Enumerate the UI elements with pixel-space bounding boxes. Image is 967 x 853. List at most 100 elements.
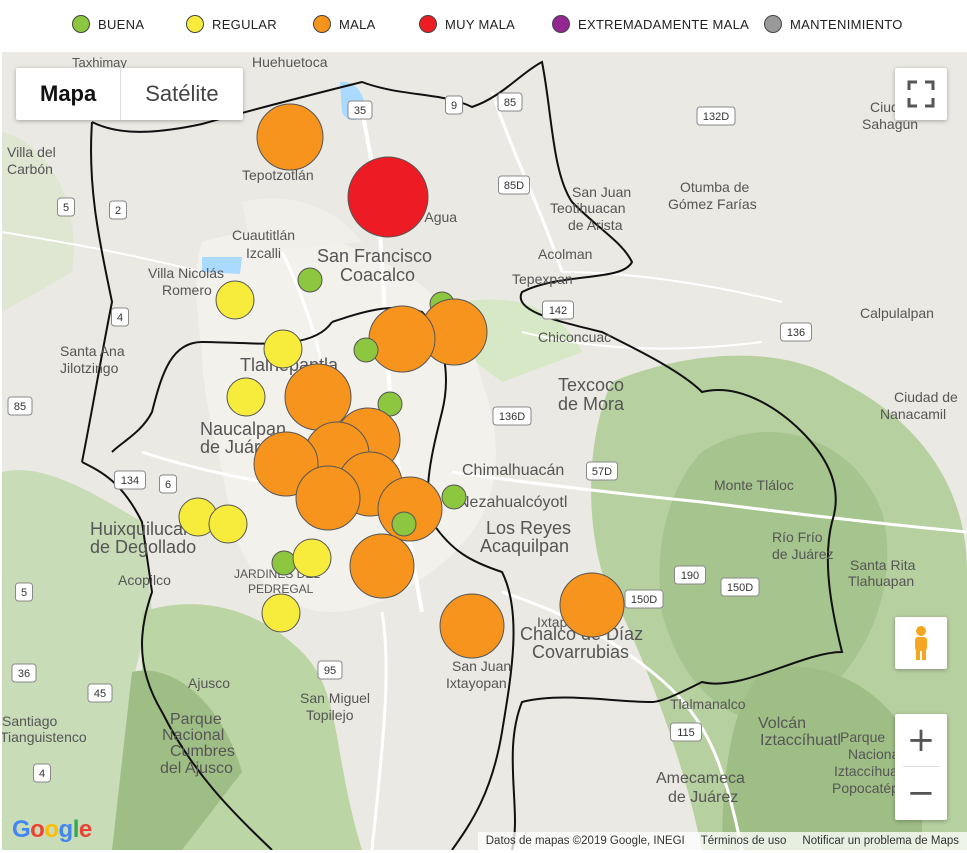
zoom-in-button[interactable]: +	[895, 714, 947, 766]
svg-text:85D: 85D	[504, 180, 524, 192]
svg-text:57D: 57D	[592, 466, 612, 478]
legend-label: EXTREMADAMENTE MALA	[578, 16, 750, 32]
zoom-out-button[interactable]: −	[895, 767, 947, 819]
place-label: Parque	[840, 729, 885, 745]
place-label: Chiconcuac	[538, 329, 611, 345]
place-label: de Degollado	[90, 537, 196, 557]
station-marker-regular[interactable]	[261, 593, 301, 633]
map-canvas[interactable]: 35 9 85 132D 5 2 85D 4 142 136 85 136D 57D 134 6 190 150…	[2, 52, 967, 850]
station-marker-regular[interactable]	[208, 504, 248, 544]
road-shield: 2	[109, 200, 127, 220]
svg-text:134: 134	[121, 475, 139, 487]
place-label: Villa del	[7, 144, 56, 160]
road-shield: 35	[347, 100, 373, 120]
place-label: de Arista	[568, 217, 623, 233]
place-label: Carbón	[7, 161, 53, 177]
place-label: Calpulalpan	[860, 305, 934, 321]
place-label: San Juan	[572, 184, 631, 200]
station-marker-buena[interactable]	[297, 267, 323, 293]
legend-bar: BUENA REGULAR MALA MUY MALA EXTREMADAMENTE M…	[0, 0, 967, 52]
google-logo[interactable]: Google	[12, 816, 92, 844]
station-marker-regular[interactable]	[263, 329, 303, 369]
road-shield: 6	[159, 474, 177, 494]
place-label: Cuautitlán	[232, 227, 295, 243]
road-shield: 57D	[586, 461, 618, 481]
place-label: Huehuetoca	[252, 54, 328, 70]
place-label: Santa Rita	[850, 557, 916, 573]
svg-text:5: 5	[63, 202, 69, 214]
station-marker-buena[interactable]	[441, 484, 467, 510]
svg-text:9: 9	[451, 100, 457, 112]
place-label: Nezahualcóyotl	[458, 494, 567, 511]
road-shield: 150D	[624, 589, 664, 609]
station-marker-buena[interactable]	[271, 550, 297, 576]
station-marker-mala[interactable]	[559, 572, 625, 638]
station-marker-mala[interactable]	[349, 533, 415, 599]
place-label: Nanacamil	[880, 406, 946, 422]
place-label: Santiago	[2, 713, 57, 729]
legend-swatch	[72, 15, 90, 33]
place-label: del Ajusco	[160, 760, 233, 777]
station-marker-mala[interactable]	[439, 593, 505, 659]
road-shield: 136D	[492, 406, 532, 426]
road-shield: 4	[111, 307, 129, 327]
place-label: Ciudad de	[894, 389, 958, 405]
legend-item-regular: REGULAR	[186, 15, 277, 33]
map-type-satellite-button[interactable]: Satélite	[121, 68, 242, 120]
station-marker-buena[interactable]	[391, 511, 417, 537]
place-label: Ixtayopan	[446, 675, 507, 691]
report-problem-link[interactable]: Notificar un problema de Maps	[794, 835, 967, 847]
station-marker-mala[interactable]	[295, 465, 361, 531]
place-label: Teotihuacan	[550, 200, 626, 216]
station-marker-buena[interactable]	[353, 337, 379, 363]
place-label: Acaquilpan	[480, 536, 569, 556]
place-label: de Juárez	[772, 546, 833, 562]
legend-swatch	[419, 15, 437, 33]
place-label: Los Reyes	[486, 518, 571, 538]
place-label: Nacional	[162, 727, 224, 744]
svg-text:5: 5	[21, 587, 27, 599]
pegman-icon	[915, 626, 927, 660]
map-type-control: Mapa Satélite	[16, 68, 243, 120]
legend-swatch	[186, 15, 204, 33]
legend-item-buena: BUENA	[72, 15, 144, 33]
map-svg[interactable]: 35 9 85 132D 5 2 85D 4 142 136 85 136D 57D 134 6 190 150…	[2, 52, 967, 850]
place-label: Santa Ana	[60, 343, 125, 359]
road-shield: 150D	[720, 577, 760, 597]
fullscreen-icon	[907, 80, 935, 108]
station-marker-regular[interactable]	[215, 280, 255, 320]
place-label: Villa Nicolás	[148, 265, 224, 281]
place-label: Covarrubias	[532, 642, 629, 662]
place-label: Cumbres	[170, 743, 235, 760]
place-label: Volcán	[758, 715, 806, 732]
svg-text:95: 95	[324, 665, 336, 677]
station-marker-mala[interactable]	[368, 305, 436, 373]
map-type-map-button[interactable]: Mapa	[16, 68, 120, 120]
street-view-pegman-button[interactable]	[895, 617, 947, 669]
place-label: Chimalhuacán	[462, 462, 564, 479]
terms-of-use-link[interactable]: Términos de uso	[693, 835, 795, 847]
place-label: San Francisco	[317, 246, 432, 266]
road-shield: 136	[780, 322, 812, 342]
road-shield: 95	[317, 660, 343, 680]
place-label: Tepotzotlán	[242, 167, 314, 183]
road-shield: 36	[11, 663, 37, 683]
station-marker-mala[interactable]	[256, 103, 324, 171]
road-shield: 5	[15, 582, 33, 602]
svg-text:150D: 150D	[727, 582, 753, 594]
road-shield: 132D	[696, 106, 736, 126]
map-attribution: Datos de mapas ©2019 Google, INEGI Térmi…	[477, 832, 967, 850]
legend-item-muy-mala: MUY MALA	[419, 15, 515, 33]
fullscreen-button[interactable]	[895, 68, 947, 120]
place-label: Monte Tláloc	[714, 477, 794, 493]
road-shield: 4	[33, 763, 51, 783]
station-marker-mala[interactable]	[284, 363, 352, 431]
station-marker-muy-mala[interactable]	[347, 156, 429, 238]
place-label: Romero	[162, 282, 212, 298]
svg-text:85: 85	[504, 97, 516, 109]
station-marker-regular[interactable]	[292, 538, 332, 578]
station-marker-regular[interactable]	[226, 377, 266, 417]
place-label: Tepexpan	[512, 271, 573, 287]
legend-label: MALA	[339, 16, 376, 32]
road-shield: 85	[7, 396, 33, 416]
